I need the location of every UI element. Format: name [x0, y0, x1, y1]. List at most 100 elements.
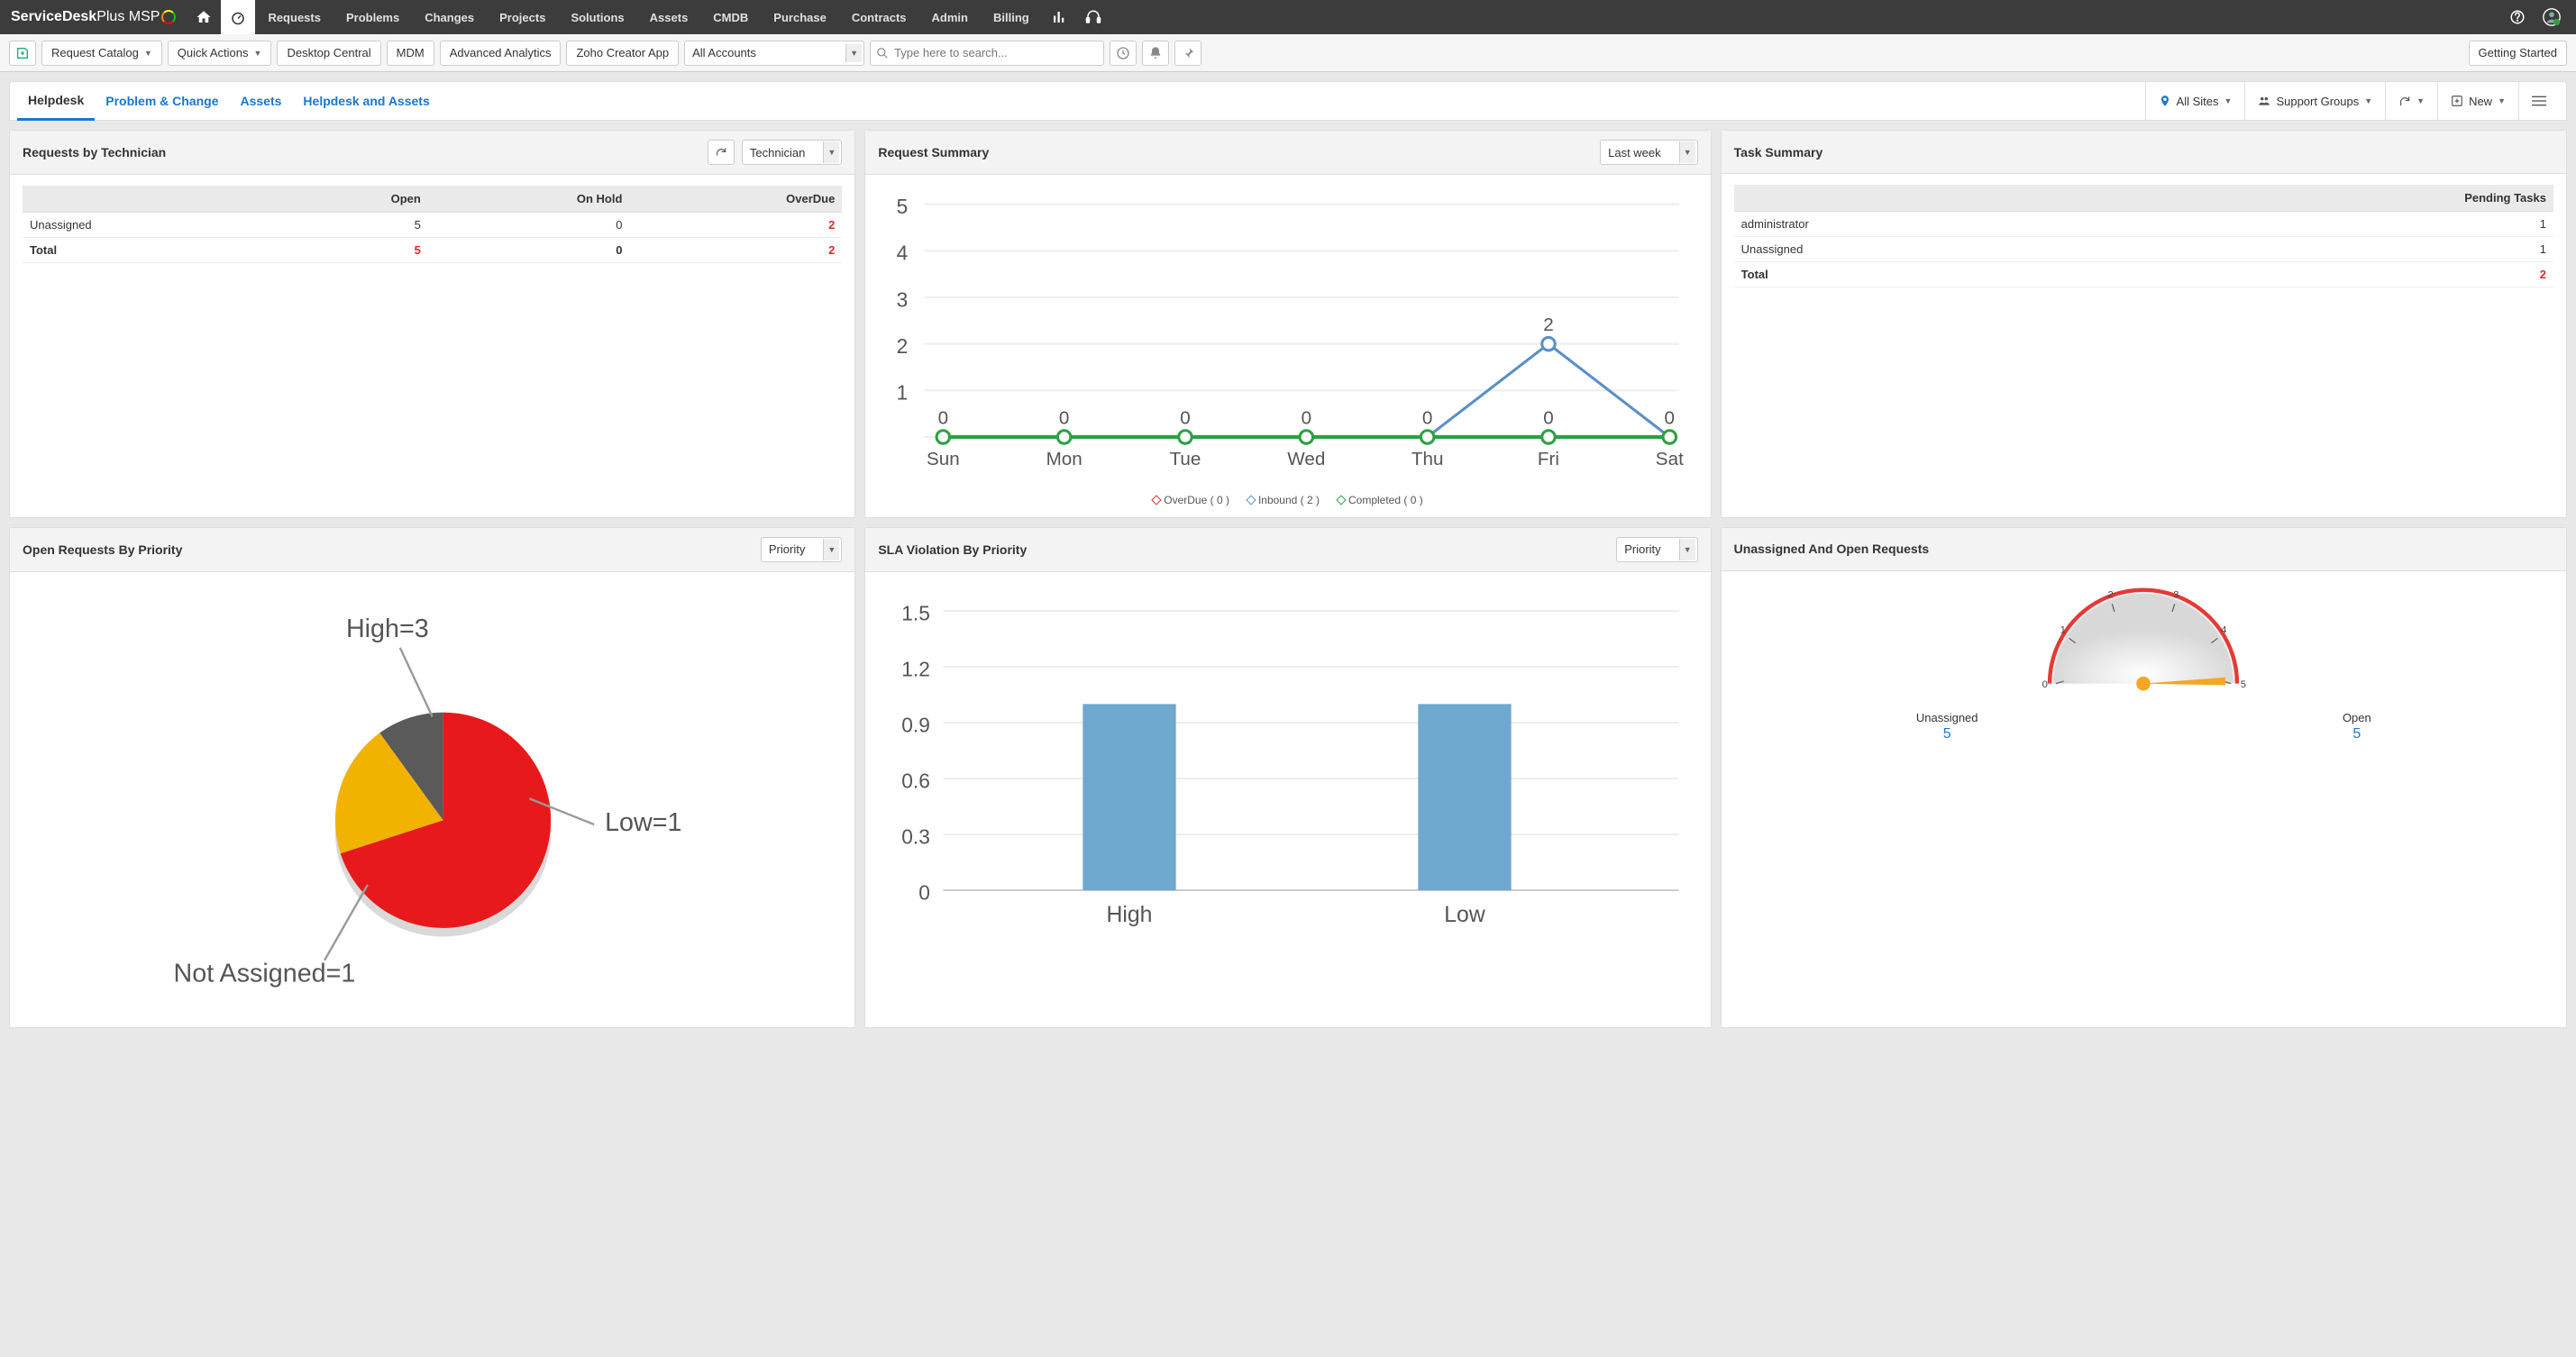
- pie-label-high: High=3: [346, 614, 429, 642]
- zoho-creator-button[interactable]: Zoho Creator App: [566, 41, 679, 66]
- gauge-open: Open5: [2343, 711, 2371, 742]
- widget-sla-by-priority: SLA Violation By Priority Priority▼ 1.51…: [864, 527, 1711, 1029]
- svg-text:1.2: 1.2: [902, 657, 931, 680]
- select-value: Priority: [769, 542, 805, 556]
- widget-title: Request Summary: [878, 145, 989, 159]
- gauge-chart: 012345: [2026, 582, 2261, 699]
- svg-text:4: 4: [897, 241, 909, 265]
- accounts-select[interactable]: All Accounts▼: [684, 41, 864, 66]
- grouping-select[interactable]: Technician▼: [742, 140, 842, 165]
- tab-helpdesk[interactable]: Helpdesk: [17, 81, 95, 121]
- nav-admin[interactable]: Admin: [919, 0, 981, 34]
- advanced-analytics-button[interactable]: Advanced Analytics: [440, 41, 562, 66]
- nav-purchase[interactable]: Purchase: [761, 0, 839, 34]
- widget-requests-by-technician: Requests by Technician Technician▼ OpenO…: [9, 130, 855, 518]
- widget-title: Unassigned And Open Requests: [1734, 542, 1930, 556]
- svg-text:0: 0: [1059, 408, 1070, 429]
- svg-text:5: 5: [2241, 679, 2246, 690]
- plus-icon: [2451, 95, 2463, 107]
- mdm-button[interactable]: MDM: [387, 41, 434, 66]
- svg-text:0: 0: [938, 408, 949, 429]
- svg-text:2: 2: [897, 334, 909, 358]
- quick-actions-label: Quick Actions: [178, 46, 249, 59]
- widget-open-by-priority: Open Requests By Priority Priority▼ High…: [9, 527, 855, 1029]
- nav-requests[interactable]: Requests: [255, 0, 333, 34]
- svg-text:Thu: Thu: [1411, 449, 1444, 469]
- gauge-unassigned: Unassigned5: [1916, 711, 1978, 742]
- refresh-dropdown[interactable]: ▼: [2385, 81, 2437, 121]
- pie-chart: High=3 Low=1 Not Assigned=1: [23, 583, 842, 1015]
- sites-dropdown[interactable]: All Sites▼: [2145, 81, 2245, 121]
- svg-text:0.3: 0.3: [902, 824, 931, 848]
- svg-text:0.6: 0.6: [902, 769, 931, 792]
- refresh-icon: [715, 146, 727, 159]
- diamond-icon: [1336, 495, 1346, 505]
- nav-billing[interactable]: Billing: [981, 0, 1042, 34]
- home-icon[interactable]: [187, 0, 221, 34]
- tech-table: OpenOn HoldOverDue Unassigned502 Total50…: [23, 186, 842, 263]
- new-dropdown[interactable]: New▼: [2437, 81, 2518, 121]
- widget-grid: Requests by Technician Technician▼ OpenO…: [9, 130, 2567, 1028]
- grouping-select[interactable]: Priority▼: [761, 537, 842, 562]
- svg-text:1.5: 1.5: [902, 601, 931, 624]
- line-chart: 54321 00000200 SunMonTueWedThuFriSat: [878, 186, 1697, 484]
- user-icon[interactable]: [2535, 0, 2569, 34]
- svg-text:2: 2: [1544, 314, 1555, 335]
- reports-icon[interactable]: [1042, 0, 1076, 34]
- svg-text:Mon: Mon: [1046, 449, 1082, 469]
- dashboard-icon[interactable]: [221, 0, 255, 34]
- groups-dropdown[interactable]: Support Groups▼: [2244, 81, 2385, 121]
- top-nav: ServiceDesk Plus MSP Requests Problems C…: [0, 0, 2576, 34]
- col-blank: [23, 186, 279, 213]
- svg-text:0.9: 0.9: [902, 713, 931, 736]
- nav-contracts[interactable]: Contracts: [839, 0, 919, 34]
- request-catalog-button[interactable]: Request Catalog▼: [41, 41, 162, 66]
- col-pending: Pending Tasks: [2111, 185, 2553, 212]
- notifications-icon[interactable]: [1142, 41, 1169, 66]
- sites-label: All Sites: [2177, 95, 2219, 108]
- getting-started-button[interactable]: Getting Started: [2469, 41, 2567, 66]
- bar-chart: 1.51.20.90.60.30 HighLow: [878, 583, 1697, 955]
- svg-text:High: High: [1107, 903, 1153, 927]
- caret-down-icon: ▼: [2364, 96, 2372, 105]
- legend-overdue: OverDue ( 0 ): [1153, 494, 1229, 506]
- quick-actions-button[interactable]: Quick Actions▼: [168, 41, 272, 66]
- nav-problems[interactable]: Problems: [333, 0, 412, 34]
- svg-text:4: 4: [2221, 624, 2226, 635]
- help-icon[interactable]: [2500, 0, 2535, 34]
- nav-solutions[interactable]: Solutions: [558, 0, 636, 34]
- accounts-value: All Accounts: [692, 46, 756, 59]
- nav-projects[interactable]: Projects: [487, 0, 558, 34]
- svg-text:Fri: Fri: [1538, 449, 1559, 469]
- svg-text:0: 0: [1665, 408, 1676, 429]
- pin-icon[interactable]: [1174, 41, 1201, 66]
- grouping-select[interactable]: Priority▼: [1616, 537, 1697, 562]
- svg-text:1: 1: [897, 381, 909, 405]
- nav-assets[interactable]: Assets: [637, 0, 701, 34]
- nav-cmdb[interactable]: CMDB: [700, 0, 761, 34]
- search-input[interactable]: [889, 46, 1098, 59]
- nav-changes[interactable]: Changes: [412, 0, 487, 34]
- refresh-button[interactable]: [708, 140, 735, 165]
- search-box[interactable]: [870, 41, 1104, 66]
- legend-completed: Completed ( 0 ): [1338, 494, 1423, 506]
- period-select[interactable]: Last week▼: [1600, 140, 1698, 165]
- tab-assets[interactable]: Assets: [230, 81, 293, 121]
- caret-down-icon: ▼: [2416, 96, 2425, 105]
- tab-helpdesk-assets[interactable]: Helpdesk and Assets: [292, 81, 440, 121]
- svg-text:0: 0: [2042, 679, 2048, 690]
- menu-icon[interactable]: [2518, 81, 2559, 121]
- new-request-icon[interactable]: [9, 41, 36, 66]
- desktop-central-button[interactable]: Desktop Central: [277, 41, 380, 66]
- svg-text:3: 3: [897, 287, 909, 311]
- recent-icon[interactable]: [1110, 41, 1137, 66]
- svg-text:Sun: Sun: [927, 449, 960, 469]
- table-row: administrator1: [1734, 212, 2553, 237]
- svg-text:0: 0: [1181, 408, 1192, 429]
- tab-problem-change[interactable]: Problem & Change: [95, 81, 229, 121]
- support-icon[interactable]: [1076, 0, 1110, 34]
- legend-inbound: Inbound ( 2 ): [1247, 494, 1320, 506]
- svg-text:5: 5: [897, 195, 909, 218]
- widget-unassigned-open: Unassigned And Open Requests 012345: [1721, 527, 2567, 1029]
- svg-text:Sat: Sat: [1656, 449, 1684, 469]
